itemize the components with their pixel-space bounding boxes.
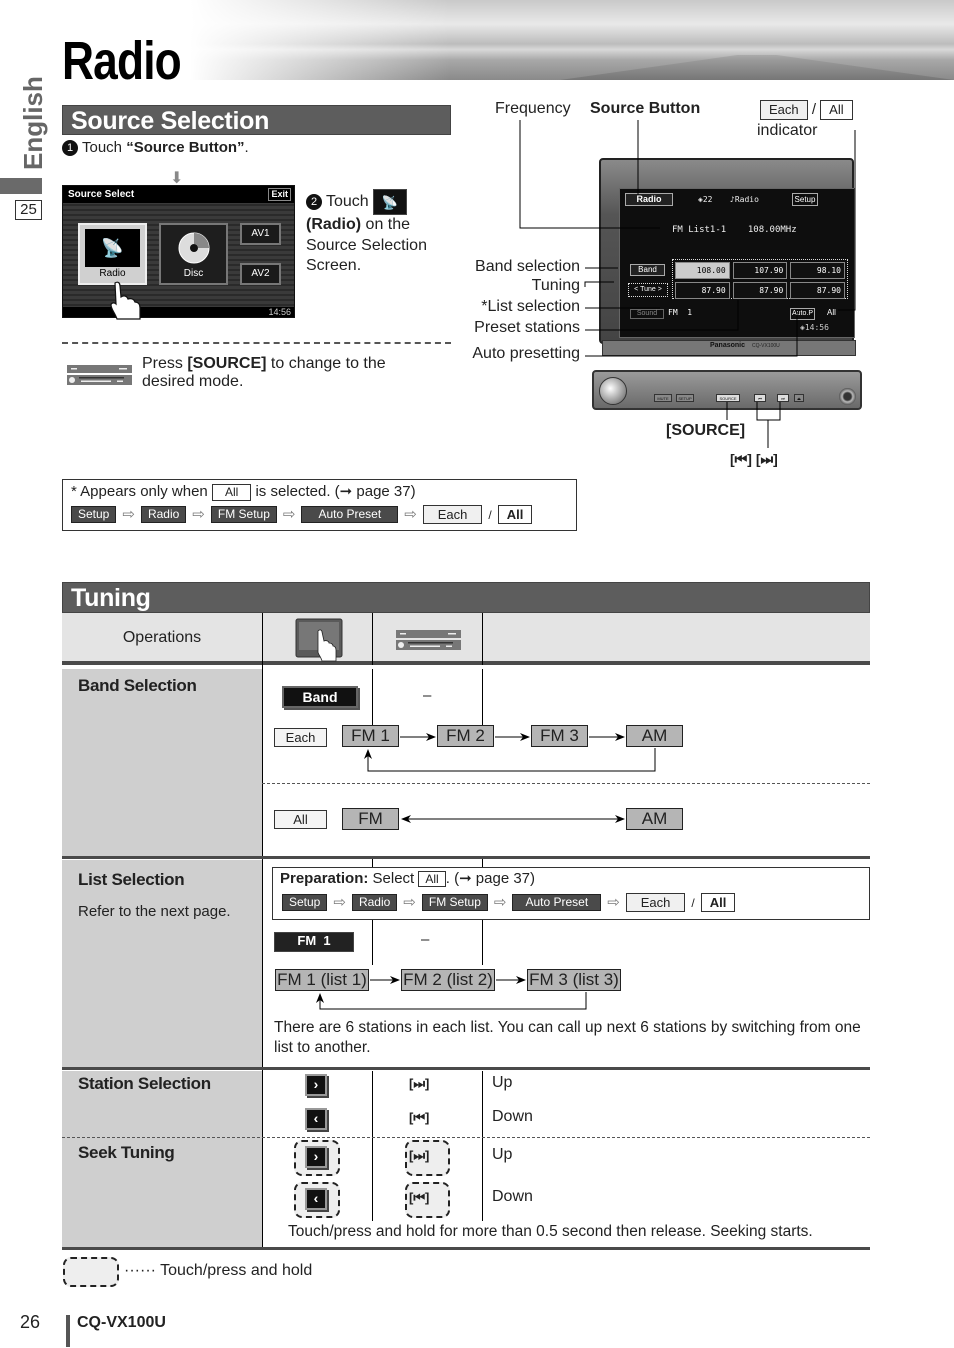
seek-prev-key: [⏮] bbox=[409, 1190, 430, 1205]
leader-autop bbox=[585, 312, 798, 357]
tune-down-button[interactable]: ‹ bbox=[305, 1108, 327, 1130]
section-title-tuning: Tuning bbox=[62, 582, 870, 613]
list-description: There are 6 stations in each list. You c… bbox=[274, 1019, 861, 1056]
footer-model: CQ-VX100U bbox=[77, 1314, 166, 1331]
tune-up-button[interactable]: › bbox=[305, 1074, 327, 1096]
prev-key: [⏮] bbox=[409, 1110, 430, 1125]
leader-frequency bbox=[519, 120, 660, 229]
seek-next-key: [⏭] bbox=[409, 1148, 430, 1163]
arrow-icon: ⇨ bbox=[122, 505, 135, 523]
menu-tag: FM Setup bbox=[210, 506, 277, 523]
each-option: Each bbox=[422, 505, 483, 524]
menu-tag: Auto Preset bbox=[301, 506, 399, 523]
dashed-divider bbox=[62, 1137, 870, 1138]
seek-up-button[interactable]: › bbox=[305, 1146, 327, 1168]
row-divider bbox=[62, 1247, 870, 1250]
menu-tag: Radio bbox=[140, 506, 187, 523]
action-down: Down bbox=[492, 1108, 533, 1125]
leader-skip bbox=[756, 402, 781, 448]
action-down: Down bbox=[492, 1188, 533, 1205]
column-divider bbox=[372, 1071, 373, 1221]
arrow-icon: ⇨ bbox=[404, 505, 417, 523]
footer-divider bbox=[66, 1315, 70, 1347]
appears-only-note: * Appears only when All is selected. (➞ … bbox=[62, 479, 577, 531]
leader-indicator bbox=[838, 130, 856, 311]
hold-legend-icon bbox=[63, 1257, 119, 1287]
leader-lines bbox=[519, 120, 856, 448]
page-number: 26 bbox=[20, 1312, 41, 1332]
menu-path: Setup ⇨ Radio ⇨ FM Setup ⇨ Auto Preset ⇨ Eac… bbox=[71, 505, 533, 524]
action-up: Up bbox=[492, 1074, 513, 1091]
seek-note: Touch/press and hold for more than 0.5 s… bbox=[288, 1223, 813, 1240]
leader-tuning bbox=[584, 281, 614, 287]
row-divider bbox=[62, 1067, 870, 1070]
column-divider bbox=[482, 1071, 483, 1221]
hold-legend-text: ······ Touch/press and hold bbox=[124, 1262, 313, 1279]
next-key: [⏭] bbox=[409, 1076, 430, 1091]
seek-down-button[interactable]: ‹ bbox=[305, 1188, 327, 1210]
arrow-icon: ⇨ bbox=[282, 505, 296, 523]
arrow-icon: ⇨ bbox=[192, 505, 205, 523]
leader-preset bbox=[585, 300, 739, 331]
tuning-table: Operations Band Selection Band – Each FM… bbox=[62, 613, 870, 1250]
action-up: Up bbox=[492, 1146, 513, 1163]
menu-tag: Setup bbox=[71, 506, 117, 523]
seek-tuning-label: Seek Tuning bbox=[78, 1143, 175, 1162]
station-selection-label: Station Selection bbox=[78, 1074, 211, 1093]
all-option: All bbox=[497, 505, 533, 524]
list-cycle-arrows bbox=[316, 976, 587, 1010]
